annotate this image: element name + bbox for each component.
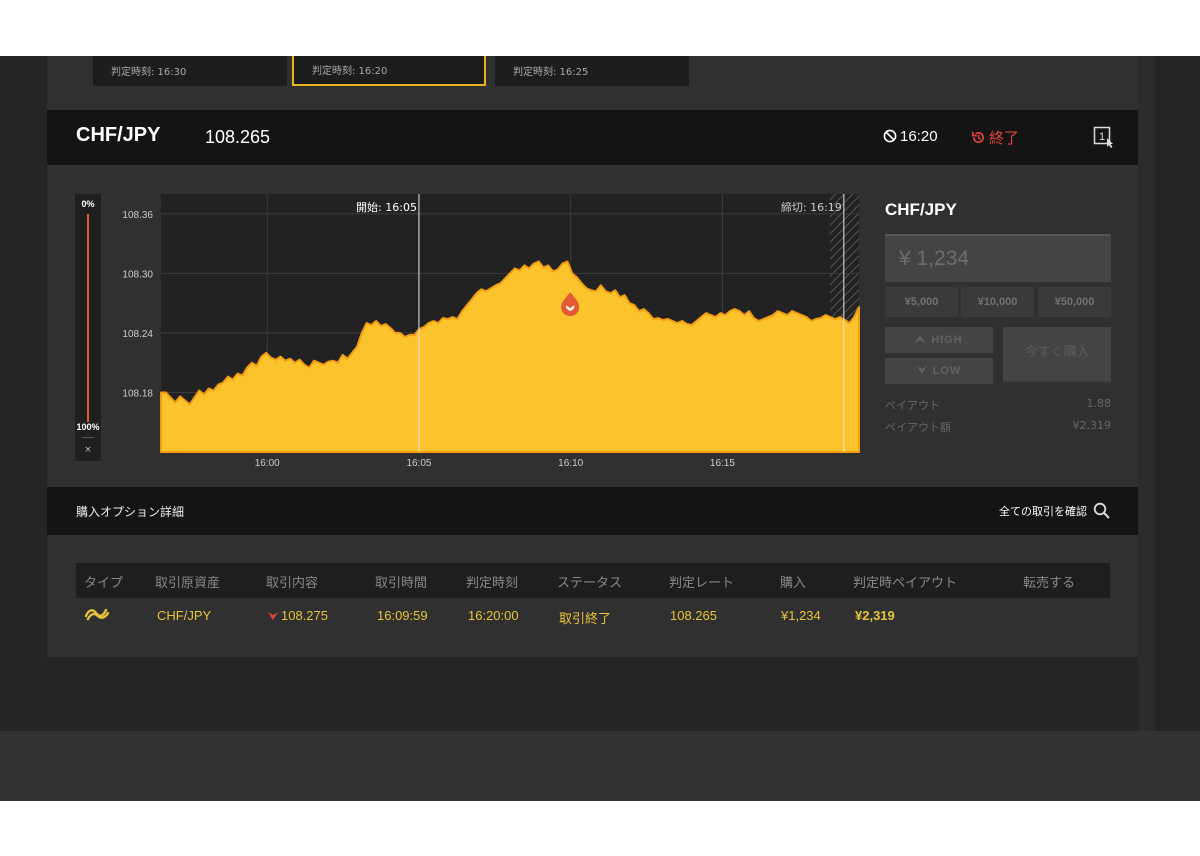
- instrument-header: CHF/JPY 108.265 16:20 終了 1: [47, 110, 1138, 165]
- svg-text:1: 1: [1099, 131, 1105, 143]
- table-header: タイプ 取引原資産 取引内容 取引時間 判定時刻 ステータス 判定レート 購入 …: [76, 563, 1110, 598]
- low-button[interactable]: LOW: [885, 358, 993, 384]
- option-detail-header: 購入オプション詳細 全ての取引を確認: [47, 487, 1138, 535]
- amount-presets: ¥5,000 ¥10,000 ¥50,000: [885, 287, 1111, 317]
- high-low-type-icon: [84, 604, 110, 625]
- y-tick-label: 108.24: [122, 329, 153, 340]
- gauge-top-label: 0%: [81, 199, 95, 209]
- payout-amount-value: ¥2,319: [1072, 419, 1112, 432]
- col-close-rate: 判定レート: [669, 576, 735, 591]
- y-tick-label: 108.18: [122, 388, 153, 399]
- footer-band: [0, 731, 1200, 801]
- tab-label: 判定時刻: 16:30: [111, 67, 187, 78]
- side-scroll-strip: [1138, 56, 1154, 731]
- x-tick-label: 16:10: [558, 458, 583, 469]
- x-tick-label: 16:05: [406, 458, 431, 469]
- gauge-close-icon[interactable]: ×: [75, 445, 101, 455]
- row-trade-time: 16:09:59: [377, 608, 428, 623]
- option-detail-title: 購入オプション詳細: [76, 505, 185, 519]
- col-trade-time: 取引時間: [375, 576, 428, 591]
- gauge-divider: [82, 437, 94, 438]
- amount-value: ¥ 1,234: [899, 247, 970, 270]
- col-resell: 転売する: [1023, 576, 1076, 591]
- trade-status-text: 終了: [989, 129, 1020, 147]
- row-purchase: ¥1,234: [781, 608, 821, 623]
- tab-expiry-1620[interactable]: 判定時刻: 16:20: [292, 56, 486, 86]
- payout-row: ペイアウト 1.88: [885, 397, 1111, 413]
- instrument-pair: CHF/JPY: [76, 124, 161, 146]
- order-panel: CHF/JPY ¥ 1,234 ¥5,000 ¥10,000 ¥50,000 H…: [885, 200, 1111, 434]
- x-axis-ticks: 16:00 16:05 16:10 16:15: [255, 458, 736, 469]
- gauge-bar: [87, 214, 89, 422]
- current-rate: 108.265: [205, 127, 271, 147]
- low-label: LOW: [932, 365, 962, 377]
- low-arrow-icon: [268, 612, 278, 620]
- gauge-bottom-label: 100%: [76, 422, 100, 432]
- payout-amount-label: ペイアウト額: [885, 421, 951, 434]
- payout-value: 1.88: [1086, 397, 1112, 410]
- payout-amount-row: ペイアウト額 ¥2,319: [885, 419, 1111, 435]
- y-tick-label: 108.30: [122, 269, 153, 280]
- trade-status: 終了: [971, 127, 1019, 148]
- col-asset: 取引原資産: [155, 576, 221, 591]
- tab-expiry-1630[interactable]: 判定時刻: 16:30: [93, 56, 287, 86]
- order-pair: CHF/JPY: [885, 200, 957, 219]
- amount-input[interactable]: ¥ 1,234: [885, 234, 1111, 282]
- high-label: HIGH: [931, 334, 963, 346]
- preset-5000-button[interactable]: ¥5,000: [885, 287, 958, 317]
- low-arrow-icon: [916, 366, 927, 374]
- col-payout: 判定時ペイアウト: [853, 576, 958, 591]
- price-chart: 開始: 16:05 締切: 16:19 108.36108.30108.2410…: [122, 194, 860, 469]
- tab-label: 判定時刻: 16:20: [312, 66, 388, 77]
- x-tick-label: 16:15: [710, 458, 735, 469]
- x-tick-label: 16:00: [255, 458, 280, 469]
- col-content: 取引内容: [266, 576, 319, 591]
- row-close-rate: 108.265: [670, 608, 717, 623]
- col-type: タイプ: [84, 576, 124, 591]
- y-tick-label: 108.36: [122, 210, 153, 221]
- row-payout: ¥2,319: [855, 608, 895, 623]
- row-status: 取引終了: [559, 611, 612, 626]
- expiry-time: 16:20: [883, 128, 938, 145]
- buy-now-button[interactable]: 今すぐ購入: [1003, 327, 1111, 383]
- col-expiry: 判定時刻: [466, 576, 519, 591]
- all-trades-label: 全ての取引を確認: [999, 505, 1087, 518]
- preset-50000-button[interactable]: ¥50,000: [1038, 287, 1111, 317]
- clock-off-icon: [883, 129, 897, 143]
- row-content: 108.275: [268, 608, 328, 623]
- all-trades-link[interactable]: 全ての取引を確認: [999, 502, 1110, 519]
- start-label: 開始: 16:05: [356, 200, 417, 214]
- preset-10000-button[interactable]: ¥10,000: [961, 287, 1034, 317]
- col-purchase: 購入: [780, 576, 807, 591]
- payout-label: ペイアウト: [885, 399, 940, 412]
- search-icon: [1093, 502, 1110, 519]
- row-expiry: 16:20:00: [468, 608, 519, 623]
- row-content-rate: 108.275: [281, 608, 328, 623]
- high-arrow-icon: [915, 335, 926, 343]
- tab-expiry-1625[interactable]: 判定時刻: 16:25: [495, 56, 689, 86]
- col-status: ステータス: [557, 576, 623, 591]
- close-label: 締切: 16:19: [781, 200, 842, 214]
- y-axis-ticks: 108.36 108.30 108.24 108.18: [122, 210, 153, 400]
- high-button[interactable]: HIGH: [885, 327, 993, 353]
- expiry-time-text: 16:20: [900, 128, 938, 145]
- tab-label: 判定時刻: 16:25: [513, 67, 589, 78]
- one-click-icon[interactable]: 1: [1093, 126, 1115, 152]
- sentiment-gauge: 0% 100% ×: [75, 194, 101, 461]
- history-icon: [972, 131, 985, 144]
- row-asset: CHF/JPY: [157, 608, 212, 623]
